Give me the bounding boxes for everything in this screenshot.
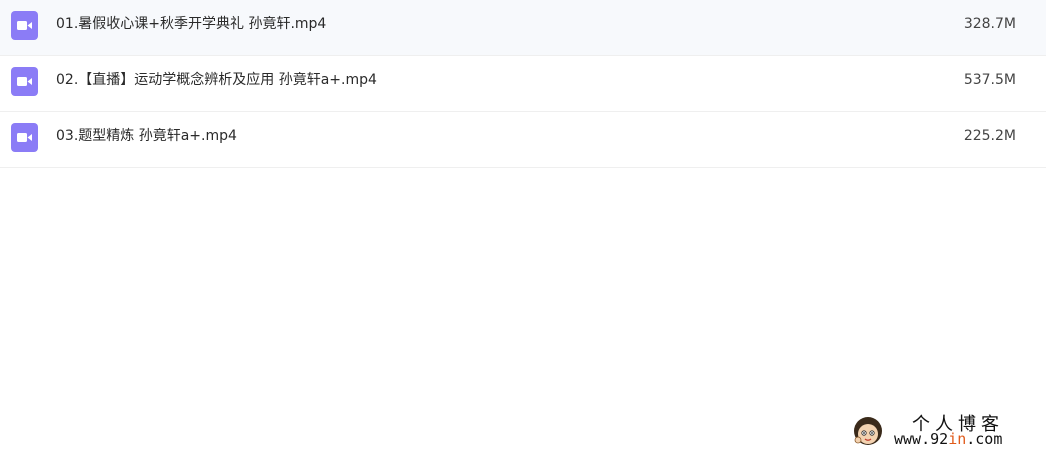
watermark-url-prefix: www.92 bbox=[894, 430, 949, 448]
file-size: 328.7M bbox=[963, 16, 1016, 32]
file-row-2[interactable]: 02.【直播】运动学概念辨析及应用 孙竟轩a+.mp4 537.5M bbox=[0, 56, 1046, 112]
file-name[interactable]: 03.题型精炼 孙竟轩a+.mp4 bbox=[56, 125, 237, 147]
watermark-url-accent: in bbox=[948, 430, 967, 448]
video-file-icon bbox=[11, 123, 38, 152]
file-row-3[interactable]: 03.题型精炼 孙竟轩a+.mp4 225.2M bbox=[0, 112, 1046, 168]
file-name[interactable]: 02.【直播】运动学概念辨析及应用 孙竟轩a+.mp4 bbox=[56, 69, 377, 91]
watermark: 个人博客 www.92in.com bbox=[848, 408, 1038, 450]
video-file-icon bbox=[11, 67, 38, 96]
watermark-url: www.92in.com bbox=[894, 430, 1002, 448]
file-size: 225.2M bbox=[963, 128, 1016, 144]
watermark-url-suffix: .com bbox=[966, 430, 1003, 448]
file-size: 537.5M bbox=[963, 72, 1016, 88]
file-row-1[interactable]: 01.暑假收心课+秋季开学典礼 孙竟轩.mp4 328.7M bbox=[0, 0, 1046, 56]
file-list: 01.暑假收心课+秋季开学典礼 孙竟轩.mp4 328.7M 02.【直播】运动… bbox=[0, 0, 1046, 168]
file-name[interactable]: 01.暑假收心课+秋季开学典礼 孙竟轩.mp4 bbox=[56, 13, 326, 35]
cartoon-avatar-icon bbox=[850, 412, 886, 448]
video-file-icon bbox=[11, 11, 38, 40]
